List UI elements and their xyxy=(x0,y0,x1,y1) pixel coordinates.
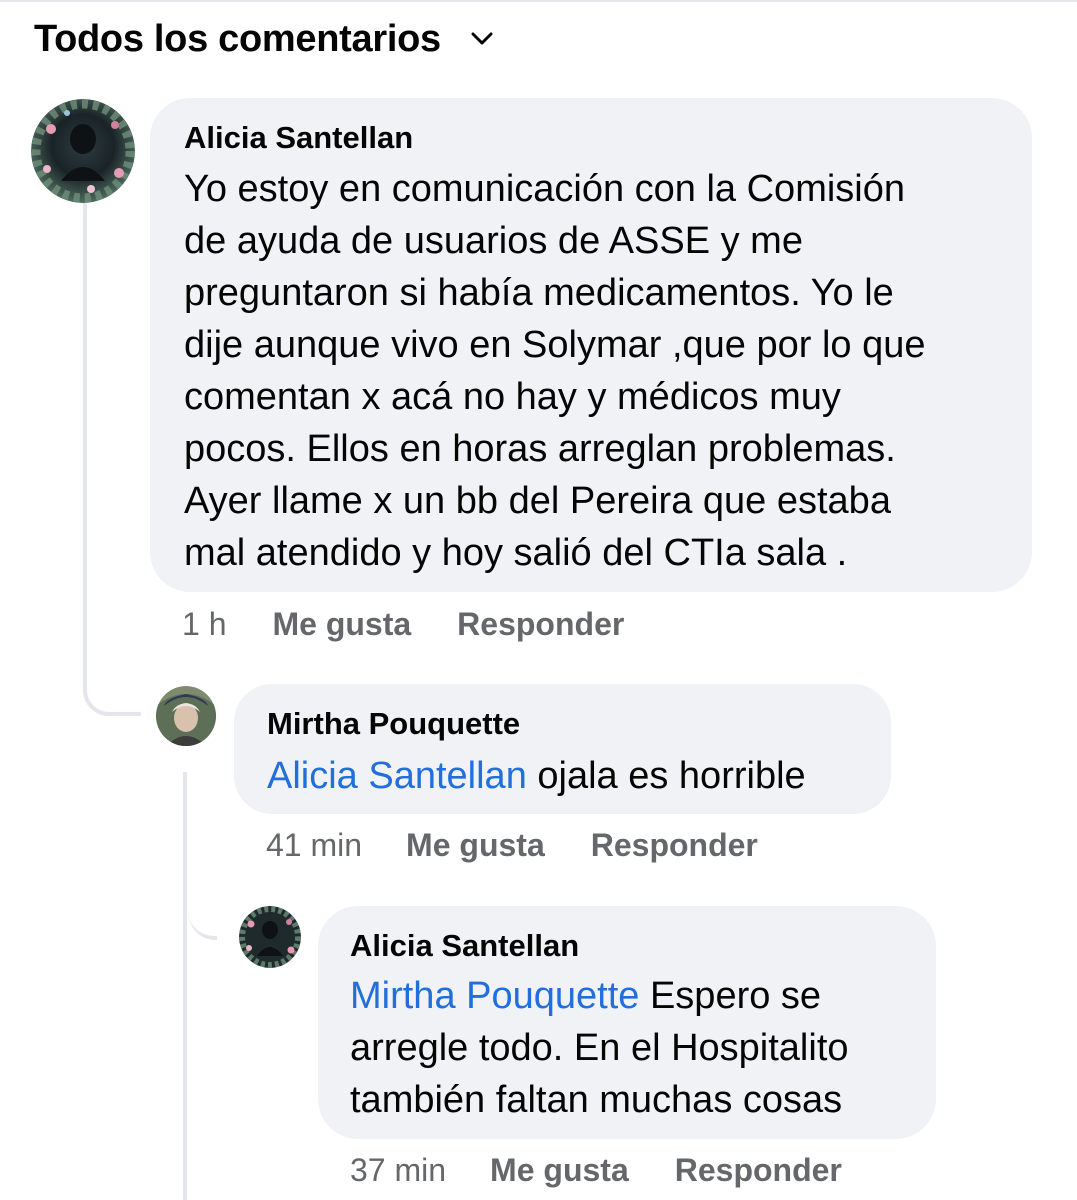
thread-line xyxy=(183,772,187,1200)
comment-actions: 1 h Me gusta Responder xyxy=(182,606,624,643)
comment-timestamp[interactable]: 37 min xyxy=(350,1152,446,1189)
comment-text-line: ojala es horrible xyxy=(526,755,806,797)
comment-text-line: arregle todo. En el Hospitalito xyxy=(350,1027,849,1069)
avatar[interactable] xyxy=(31,99,135,203)
avatar[interactable] xyxy=(239,906,301,968)
thread-connector xyxy=(83,200,141,716)
comments-sort-dropdown[interactable]: Todos los comentarios xyxy=(34,14,493,64)
comment-text: Mirtha Pouquette Espero se arregle todo.… xyxy=(350,970,849,1126)
comment-text-line: Yo estoy en comunicación con la Comisión xyxy=(184,168,905,210)
reply-button[interactable]: Responder xyxy=(675,1152,842,1189)
comment-actions: 37 min Me gusta Responder xyxy=(350,1152,842,1189)
comment-author[interactable]: Alicia Santellan xyxy=(184,120,413,156)
avatar[interactable] xyxy=(156,686,216,746)
reply-button[interactable]: Responder xyxy=(591,827,758,864)
comment-text-line: comentan x acá no hay y médicos muy xyxy=(184,376,841,418)
comment-text-line: Ayer llame x un bb del Pereira que estab… xyxy=(184,480,891,522)
comment-timestamp[interactable]: 41 min xyxy=(266,827,362,864)
like-button[interactable]: Me gusta xyxy=(406,827,545,864)
comment-text-line: de ayuda de usuarios de ASSE y me xyxy=(184,220,803,262)
comment-timestamp[interactable]: 1 h xyxy=(182,606,226,643)
thread-connector xyxy=(189,880,217,940)
chevron-down-icon xyxy=(471,28,493,50)
top-divider xyxy=(0,0,1077,2)
mention-link[interactable]: Mirtha Pouquette xyxy=(350,975,639,1017)
comment-text-line: Espero se xyxy=(639,975,822,1017)
comment-text: Yo estoy en comunicación con la Comisión… xyxy=(184,163,925,579)
comments-sort-label: Todos los comentarios xyxy=(34,17,441,60)
mention-link[interactable]: Alicia Santellan xyxy=(267,755,527,797)
comment-text-line: también faltan muchas cosas xyxy=(350,1079,843,1121)
reply-button[interactable]: Responder xyxy=(457,606,624,643)
comment-actions: 41 min Me gusta Responder xyxy=(266,827,758,864)
comment-text: Alicia Santellan ojala es horrible xyxy=(267,750,806,802)
comment-text-line: mal atendido y hoy salió del CTIa sala . xyxy=(184,532,848,574)
comment-text-line: preguntaron si había medicamentos. Yo le xyxy=(184,272,894,314)
comment-text-line: dije aunque vivo en Solymar ,que por lo … xyxy=(184,324,926,366)
like-button[interactable]: Me gusta xyxy=(272,606,411,643)
comment-text-line: pocos. Ellos en horas arreglan problemas… xyxy=(184,428,896,470)
comment-author[interactable]: Mirtha Pouquette xyxy=(267,706,520,742)
like-button[interactable]: Me gusta xyxy=(490,1152,629,1189)
comment-author[interactable]: Alicia Santellan xyxy=(350,928,579,964)
